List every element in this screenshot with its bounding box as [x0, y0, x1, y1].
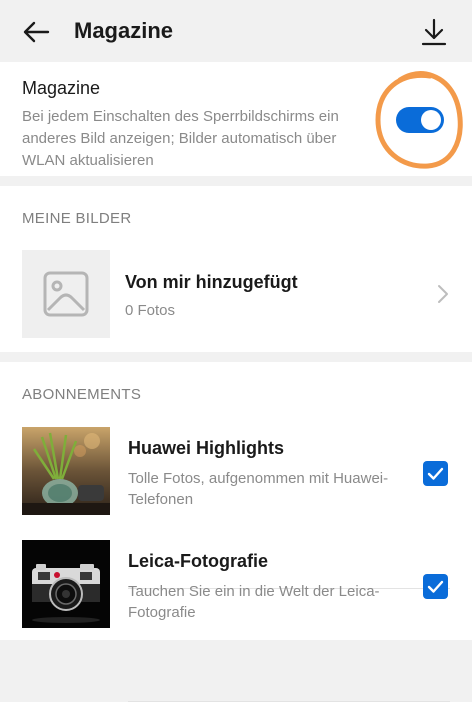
download-icon: [421, 18, 447, 46]
subscription-description: Tolle Fotos, aufgenommen mit Huawei-Tele…: [128, 470, 389, 508]
section-header-my-images: MEINE BILDER: [22, 210, 132, 227]
my-images-count: 0 Fotos: [125, 302, 176, 319]
subscription-row-huawei[interactable]: Huawei Highlights Tolle Fotos, aufgenomm…: [0, 424, 472, 589]
section-header-subscriptions: ABONNEMENTS: [22, 386, 142, 403]
image-placeholder-thumbnail[interactable]: [22, 250, 110, 338]
subscription-title: Leica-Fotografie: [128, 551, 269, 571]
my-images-card: MEINE BILDER Von mir hinzugefügt 0 Fotos: [0, 186, 472, 352]
image-placeholder-icon: [43, 271, 89, 317]
checkmark-icon: [427, 467, 444, 480]
subscription-title: Huawei Highlights: [128, 438, 285, 458]
app-bar: Magazine: [0, 0, 472, 62]
back-button[interactable]: [18, 14, 54, 50]
huawei-highlights-thumbnail: [22, 427, 110, 515]
switch-knob: [421, 110, 441, 130]
magazine-toggle-card: Magazine Bei jedem Einschalten des Sperr…: [0, 62, 472, 176]
subscription-checkbox[interactable]: [423, 574, 448, 599]
subscription-description: Tauchen Sie ein in die Welt der Leica-Fo…: [128, 583, 380, 621]
download-button[interactable]: [416, 14, 452, 50]
subscription-checkbox[interactable]: [423, 461, 448, 486]
checkmark-icon: [427, 580, 444, 593]
magazine-switch[interactable]: [396, 107, 444, 133]
leica-photography-thumbnail: [22, 540, 110, 628]
toggle-title: Magazine: [22, 78, 101, 98]
subscription-row-leica[interactable]: Leica-Fotografie Tauchen Sie ein in die …: [0, 537, 472, 702]
arrow-left-icon: [23, 21, 50, 43]
chevron-right-icon[interactable]: [436, 284, 450, 304]
my-images-title[interactable]: Von mir hinzugefügt: [125, 272, 298, 293]
subscriptions-card: ABONNEMENTS Huawei Highlights Tolle Foto…: [0, 362, 472, 702]
page-title: Magazine: [74, 18, 174, 43]
toggle-description: Bei jedem Einschalten des Sperrbildschir…: [22, 108, 339, 169]
